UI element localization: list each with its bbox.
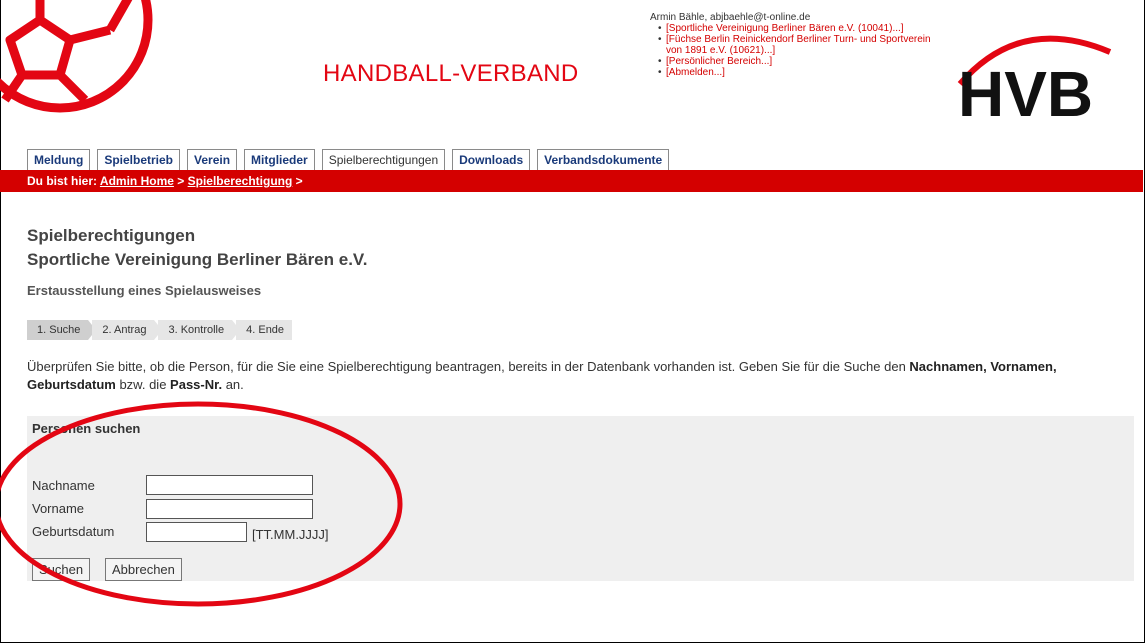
tab-spielbetrieb[interactable]: Spielbetrieb [97,149,181,170]
lastname-label: Nachname [32,478,95,493]
lastname-input[interactable] [146,475,313,495]
tab-meldung[interactable]: Meldung [27,149,91,170]
hvb-logo-text: HVB [958,58,1093,124]
club-name: Sportliche Vereinigung Berliner Bären e.… [27,250,368,269]
birthdate-input[interactable] [146,522,247,542]
wizard-steps: 1. Suche 2. Antrag 3. Kontrolle 4. Ende [27,320,296,340]
step-suche: 1. Suche [27,320,97,340]
main-nav-tabs: Meldung Spielbetrieb Verein Mitglieder S… [27,149,670,170]
hvb-logo: HVB [950,24,1140,130]
user-name: Armin Bähle, abjbaehle@t-online.de [650,12,811,23]
breadcrumb-link-admin-home[interactable]: Admin Home [100,174,174,188]
breadcrumb-link-spielberechtigung[interactable]: Spielberechtigung [188,174,293,188]
instructions-text: Überprüfen Sie bitte, ob die Person, für… [27,359,1057,392]
breadcrumb-separator: > [295,174,303,188]
user-link-logout[interactable]: [Abmelden...] [658,67,940,78]
cancel-button[interactable]: Abbrechen [105,558,182,581]
handball-logo [0,0,170,115]
step-kontrolle: 3. Kontrolle [158,320,240,340]
breadcrumb-separator: > [177,174,185,188]
tab-verbandsdokumente[interactable]: Verbandsdokumente [537,149,670,170]
date-format-hint: [TT.MM.JJJJ] [252,527,329,542]
person-search-title: Personen suchen [32,421,141,436]
user-link-club-1[interactable]: [Sportliche Vereinigung Berliner Bären e… [658,23,940,34]
user-link-personal[interactable]: [Persönlicher Bereich...] [658,56,940,67]
firstname-label: Vorname [32,501,85,516]
brand-title: HANDBALL-VERBAND [323,60,579,87]
birthdate-label: Geburtsdatum [32,524,115,539]
tab-spielberechtigungen[interactable]: Spielberechtigungen [321,149,446,170]
breadcrumb-prefix: Du bist hier: [27,174,98,188]
breadcrumb: Du bist hier: Admin Home > Spielberechti… [27,174,303,188]
tab-mitglieder[interactable]: Mitglieder [244,149,315,170]
user-panel: Armin Bähle, abjbaehle@t-online.de [Spor… [650,12,940,78]
step-ende: 4. Ende [236,320,293,340]
tab-verein[interactable]: Verein [187,149,238,170]
search-button[interactable]: Suchen [32,558,91,581]
user-link-club-2[interactable]: [Füchse Berlin Reinickendorf Berliner Tu… [658,34,940,56]
step-antrag: 2. Antrag [92,320,163,340]
page-title: Spielberechtigungen [27,226,196,245]
tab-downloads[interactable]: Downloads [452,149,531,170]
firstname-input[interactable] [146,499,313,519]
page-subtitle: Erstausstellung eines Spielausweises [27,283,262,298]
